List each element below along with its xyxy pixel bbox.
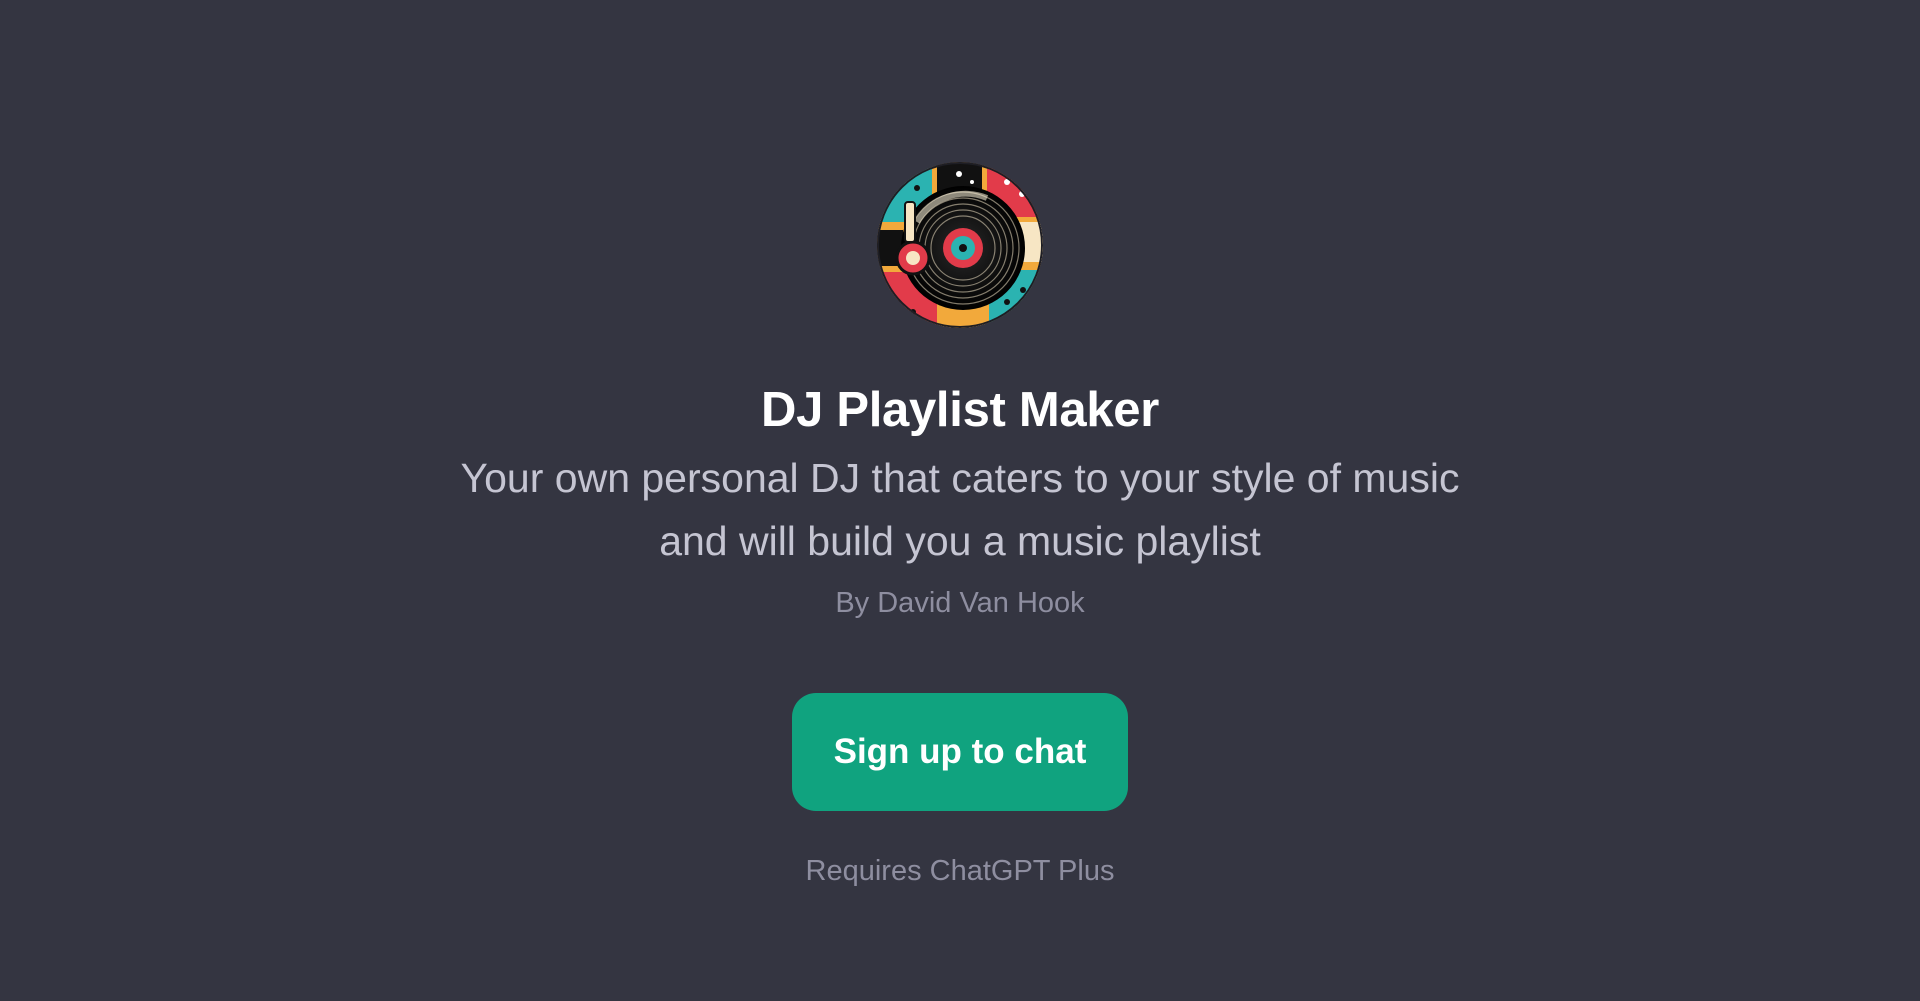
gpt-landing-page: DJ Playlist Maker Your own personal DJ t… xyxy=(0,0,1920,1001)
plus-requirement-note: Requires ChatGPT Plus xyxy=(805,855,1115,887)
gpt-description: Your own personal DJ that caters to your… xyxy=(460,455,1460,564)
gpt-author: By David Van Hook xyxy=(835,587,1085,619)
vinyl-record-icon xyxy=(877,162,1043,328)
signup-button[interactable]: Sign up to chat xyxy=(792,693,1128,811)
gpt-title: DJ Playlist Maker xyxy=(760,383,1159,437)
gpt-avatar xyxy=(877,162,1043,328)
